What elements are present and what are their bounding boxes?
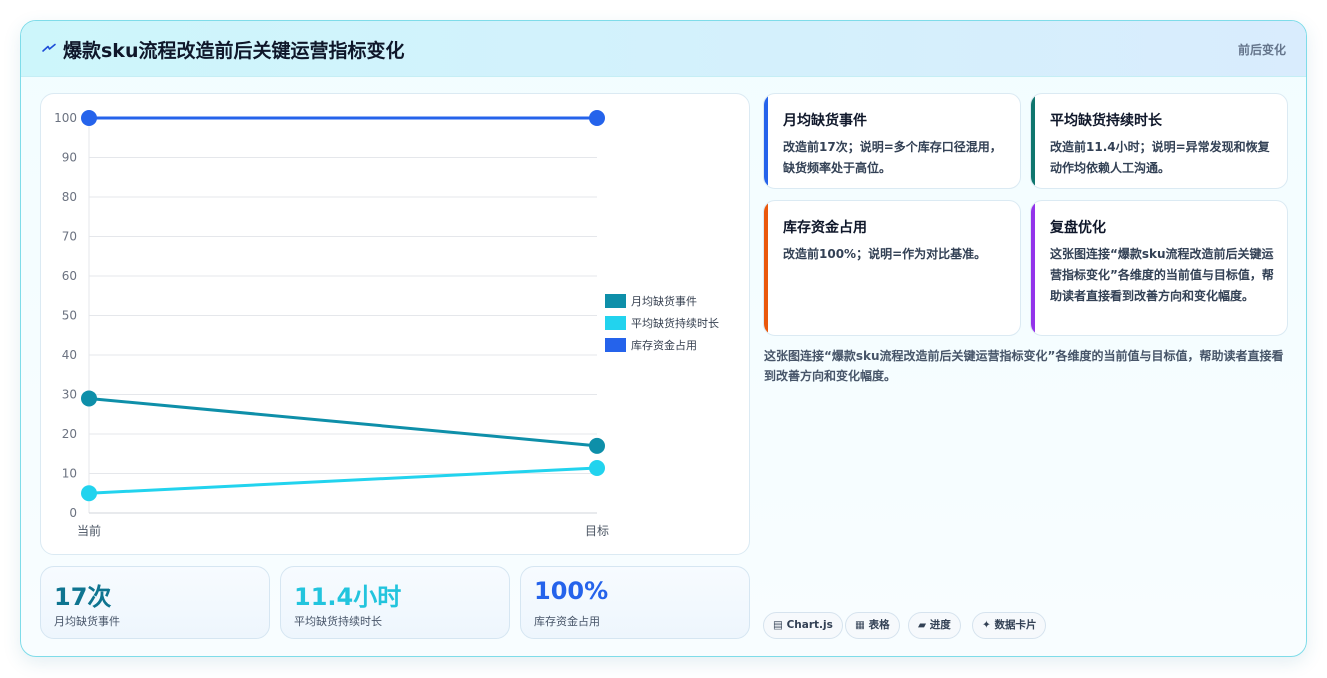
accent-bar — [1031, 201, 1035, 335]
stat-card-stockout: 17次 月均缺货事件 — [40, 566, 270, 639]
dashboard-card: 爆款sku流程改造前后关键运营指标变化 前后变化 0 10 20 30 40 50 60 70… — [20, 20, 1307, 657]
y-tick-label: 100 — [54, 111, 77, 125]
data-point — [589, 437, 605, 454]
chip-progress[interactable]: ▰ 进度 — [908, 612, 961, 639]
series-line — [88, 466, 598, 495]
stat-card-capital: 100% 库存资金占用 — [520, 566, 750, 639]
y-tick-label: 40 — [62, 348, 77, 362]
y-tick-label: 70 — [62, 230, 77, 244]
series-line — [88, 396, 598, 448]
chip-label: 表格 — [868, 619, 890, 631]
info-card-desc: 这张图连接“爆款sku流程改造前后关键运营指标变化”各维度的当前值与目标值，帮助… — [1050, 247, 1274, 303]
info-card-review: 复盘优化 这张图连接“爆款sku流程改造前后关键运营指标变化”各维度的当前值与目… — [1030, 200, 1288, 336]
info-card-title: 库存资金占用 — [783, 220, 867, 236]
info-card-stockout: 月均缺货事件 改造前17次；说明=多个库存口径混用，缺货频率处于高位。 — [763, 93, 1021, 189]
data-point — [81, 390, 97, 407]
stat-label: 库存资金占用 — [534, 615, 600, 628]
legend-swatch — [605, 294, 626, 308]
stat-label: 月均缺货事件 — [54, 615, 120, 628]
accent-bar — [764, 94, 768, 188]
info-card-desc: 改造前100%；说明=作为对比基准。 — [783, 247, 987, 261]
y-tick-label: 60 — [62, 269, 77, 283]
chip-table[interactable]: ▦ 表格 — [845, 612, 900, 639]
y-tick-label: 10 — [62, 467, 77, 481]
accent-bar — [1031, 94, 1035, 188]
stat-card-duration: 11.4小时 平均缺货持续时长 — [280, 566, 510, 639]
legend-swatch — [605, 316, 626, 330]
chip-label: Chart.js — [786, 619, 833, 631]
info-card-desc: 改造前11.4小时；说明=异常发现和恢复动作均依赖人工沟通。 — [1050, 140, 1270, 175]
chip-chartjs[interactable]: ▤ Chart.js — [763, 612, 843, 639]
data-point — [81, 110, 97, 126]
y-tick-label: 90 — [62, 151, 77, 165]
info-card-desc: 改造前17次；说明=多个库存口径混用，缺货频率处于高位。 — [783, 140, 1002, 175]
progress-icon: ▰ — [918, 619, 930, 631]
y-tick-label: 0 — [69, 506, 77, 520]
sparkle-icon: ✦ — [982, 619, 995, 631]
chart-panel: 0 10 20 30 40 50 60 70 80 90 100 当前 目标 月均缺货事件平均缺货持续时长… — [40, 93, 750, 555]
chip-data-card[interactable]: ✦ 数据卡片 — [972, 612, 1047, 639]
chart-icon: ▤ — [773, 619, 787, 631]
stat-value: 17次 — [54, 583, 112, 611]
y-tick-label: 50 — [62, 309, 77, 323]
data-point — [589, 110, 605, 126]
legend-label: 月均缺货事件 — [631, 294, 697, 308]
info-card-duration: 平均缺货持续时长 改造前11.4小时；说明=异常发现和恢复动作均依赖人工沟通。 — [1030, 93, 1288, 189]
header-tag: 前后变化 — [1237, 43, 1286, 57]
stat-value: 100% — [534, 577, 609, 605]
data-point — [81, 485, 97, 502]
x-tick-label: 目标 — [585, 524, 609, 538]
line-chart: 0 10 20 30 40 50 60 70 80 90 100 当前 目标 月均缺货事件平均缺货持续时长… — [54, 110, 719, 538]
legend-swatch — [605, 338, 626, 352]
page-title: 爆款sku流程改造前后关键运营指标变化 — [63, 40, 405, 62]
stat-label: 平均缺货持续时长 — [294, 615, 382, 628]
table-icon: ▦ — [855, 619, 869, 631]
info-card-title: 复盘优化 — [1050, 220, 1106, 236]
stat-value: 11.4小时 — [294, 583, 402, 611]
info-card-title: 月均缺货事件 — [783, 113, 867, 129]
y-tick-label: 20 — [62, 427, 77, 441]
lightning-icon — [42, 43, 56, 52]
y-tick-label: 30 — [62, 388, 77, 402]
accent-bar — [764, 201, 768, 335]
x-tick-label: 当前 — [77, 523, 101, 538]
data-point — [589, 459, 605, 476]
summary-text: 这张图连接“爆款sku流程改造前后关键运营指标变化”各维度的当前值与目标值，帮助… — [764, 349, 1284, 383]
header: 爆款sku流程改造前后关键运营指标变化 前后变化 — [21, 21, 1306, 77]
info-card-capital: 库存资金占用 改造前100%；说明=作为对比基准。 — [763, 200, 1021, 336]
legend-label: 平均缺货持续时长 — [631, 316, 719, 330]
legend-label: 库存资金占用 — [631, 338, 697, 352]
chip-label: 数据卡片 — [994, 619, 1037, 631]
info-card-title: 平均缺货持续时长 — [1050, 113, 1162, 129]
chip-label: 进度 — [929, 619, 951, 631]
y-tick-label: 80 — [62, 190, 77, 204]
